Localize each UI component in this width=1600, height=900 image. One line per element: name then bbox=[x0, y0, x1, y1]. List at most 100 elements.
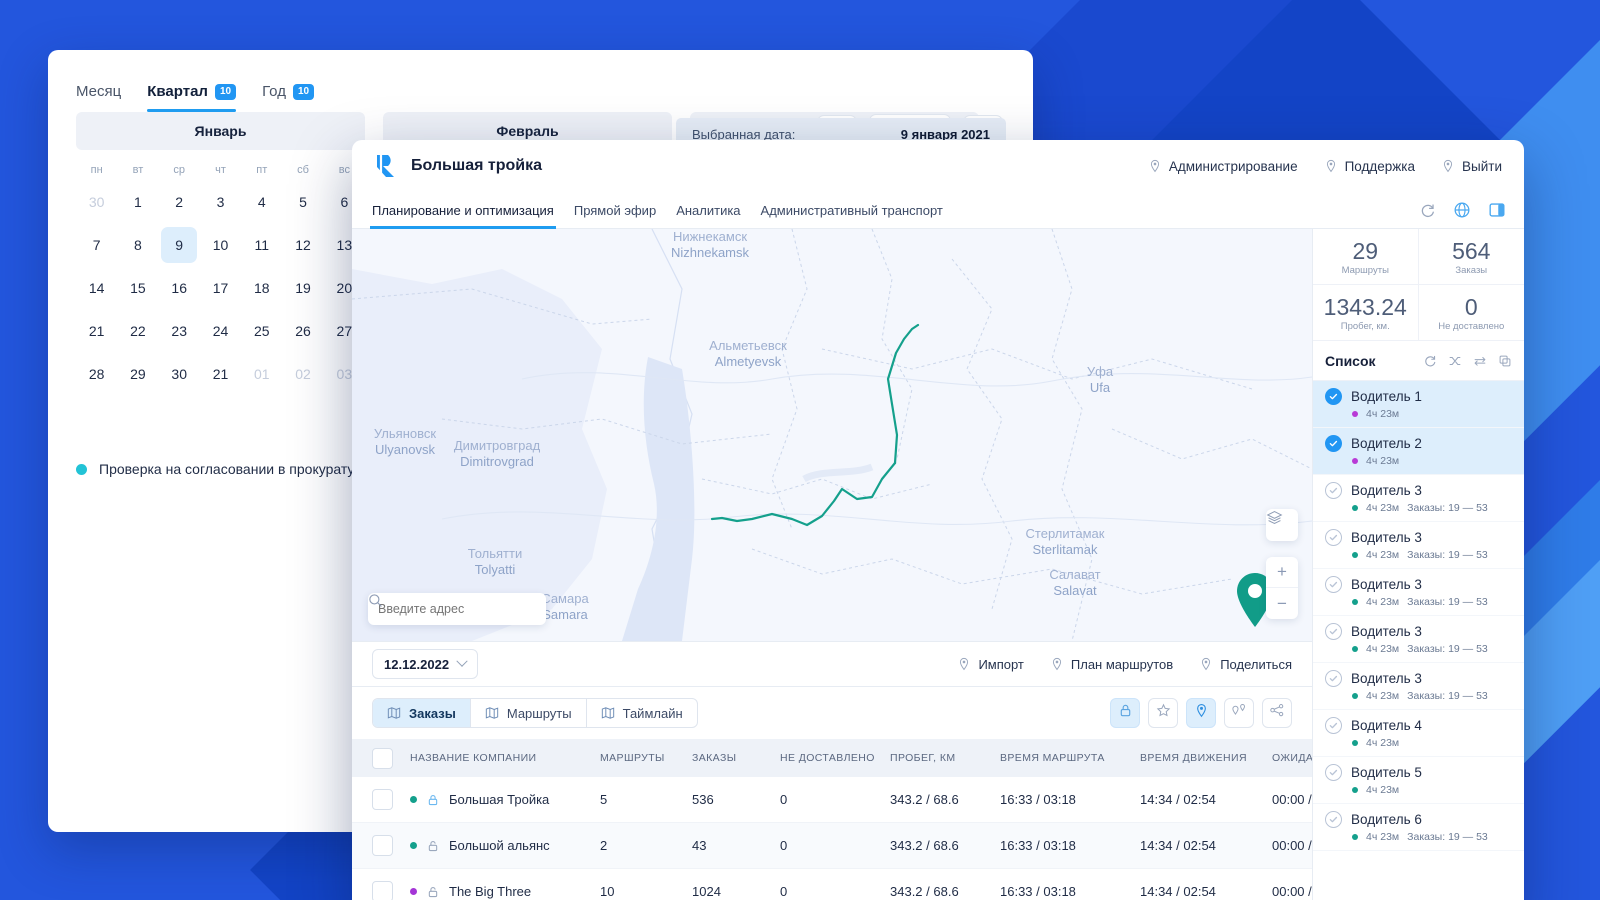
view-tab-1[interactable]: Маршруты bbox=[471, 699, 587, 727]
calendar-day[interactable]: 14 bbox=[76, 266, 117, 309]
calendar-day[interactable]: 30 bbox=[76, 180, 117, 223]
calendar-day[interactable]: 4 bbox=[241, 180, 282, 223]
calendar-day[interactable]: 5 bbox=[282, 180, 323, 223]
date-picker[interactable]: 12.12.2022 bbox=[372, 649, 479, 679]
lock-icon-button[interactable] bbox=[1110, 698, 1140, 728]
calendar-day[interactable]: 12 bbox=[282, 223, 323, 266]
weekday-row: пнвтсрчтптсбвс bbox=[76, 150, 365, 180]
table-row[interactable]: Большой альянс 2 43 0 343.2 / 68.6 16:33… bbox=[352, 823, 1312, 869]
check-filled-icon[interactable] bbox=[1325, 388, 1342, 405]
search-icon[interactable] bbox=[368, 593, 383, 608]
zoom-in-button[interactable]: + bbox=[1266, 557, 1298, 588]
refresh-icon[interactable] bbox=[1423, 354, 1437, 368]
check-outline-icon[interactable] bbox=[1325, 670, 1342, 687]
calendar-tab-1[interactable]: Квартал 10 bbox=[147, 83, 237, 112]
calendar-day[interactable]: 01 bbox=[241, 352, 282, 395]
table-row[interactable]: The Big Three 10 1024 0 343.2 / 68.6 16:… bbox=[352, 869, 1312, 900]
driver-item-6[interactable]: Водитель 3 4ч 23м Заказы: 19 — 53 bbox=[1313, 663, 1524, 710]
refresh-icon[interactable] bbox=[1419, 202, 1436, 219]
share-nodes-icon-button[interactable] bbox=[1262, 698, 1292, 728]
calendar-day[interactable]: 9 bbox=[159, 223, 200, 266]
check-outline-icon[interactable] bbox=[1325, 811, 1342, 828]
nav-tab-2[interactable]: Аналитика bbox=[674, 192, 742, 228]
toolbar-action-2[interactable]: Поделиться bbox=[1199, 657, 1292, 672]
toolbar-action-0[interactable]: Импорт bbox=[957, 656, 1024, 672]
calendar-day[interactable]: 2 bbox=[159, 180, 200, 223]
map-search-box[interactable] bbox=[368, 593, 546, 625]
header-link-label: Выйти bbox=[1462, 158, 1502, 174]
brand[interactable]: Большая тройка bbox=[374, 153, 542, 179]
header-link-2[interactable]: Выйти bbox=[1441, 159, 1502, 174]
copy-icon[interactable] bbox=[1498, 354, 1512, 368]
star-icon-button[interactable] bbox=[1148, 698, 1178, 728]
calendar-day[interactable]: 24 bbox=[200, 309, 241, 352]
driver-name: Водитель 4 bbox=[1351, 718, 1422, 733]
view-tab-0[interactable]: Заказы bbox=[373, 699, 471, 727]
nav-tab-0[interactable]: Планирование и оптимизация bbox=[370, 192, 556, 229]
calendar-day[interactable]: 7 bbox=[76, 223, 117, 266]
calendar-day[interactable]: 02 bbox=[282, 352, 323, 395]
header-link-1[interactable]: Поддержка bbox=[1324, 159, 1415, 174]
calendar-day[interactable]: 19 bbox=[282, 266, 323, 309]
nav-tab-3[interactable]: Административный транспорт bbox=[759, 192, 945, 228]
driver-item-1[interactable]: Водитель 2 4ч 23м bbox=[1313, 428, 1524, 475]
toolbar-action-label: Импорт bbox=[978, 656, 1024, 672]
check-outline-icon[interactable] bbox=[1325, 717, 1342, 734]
map-view[interactable]: Нижнекамск Nizhnekamsk Альметьевск Almet… bbox=[352, 229, 1312, 641]
check-outline-icon[interactable] bbox=[1325, 482, 1342, 499]
calendar-day[interactable]: 3 bbox=[200, 180, 241, 223]
calendar-day[interactable]: 30 bbox=[159, 352, 200, 395]
driver-item-9[interactable]: Водитель 6 4ч 23м Заказы: 19 — 53 bbox=[1313, 804, 1524, 851]
driver-item-3[interactable]: Водитель 3 4ч 23м Заказы: 19 — 53 bbox=[1313, 522, 1524, 569]
pin-icon-button[interactable] bbox=[1186, 698, 1216, 728]
calendar-day[interactable]: 11 bbox=[241, 223, 282, 266]
route-pins-icon-button[interactable] bbox=[1224, 698, 1254, 728]
calendar-day[interactable]: 21 bbox=[200, 352, 241, 395]
check-filled-icon[interactable] bbox=[1325, 435, 1342, 452]
calendar-day[interactable]: 26 bbox=[282, 309, 323, 352]
check-outline-icon[interactable] bbox=[1325, 529, 1342, 546]
check-outline-icon[interactable] bbox=[1325, 576, 1342, 593]
row-checkbox[interactable] bbox=[372, 835, 393, 856]
driver-item-8[interactable]: Водитель 5 4ч 23м bbox=[1313, 757, 1524, 804]
table-row[interactable]: Большая Тройка 5 536 0 343.2 / 68.6 16:3… bbox=[352, 777, 1312, 823]
calendar-day[interactable]: 29 bbox=[117, 352, 158, 395]
calendar-day[interactable]: 23 bbox=[159, 309, 200, 352]
calendar-tab-0[interactable]: Месяц bbox=[76, 83, 121, 112]
calendar-day[interactable]: 21 bbox=[76, 309, 117, 352]
search-input[interactable] bbox=[378, 602, 508, 616]
zoom-out-button[interactable]: − bbox=[1266, 588, 1298, 619]
header-link-0[interactable]: Администрирование bbox=[1148, 159, 1298, 174]
calendar-day[interactable]: 22 bbox=[117, 309, 158, 352]
driver-item-5[interactable]: Водитель 3 4ч 23м Заказы: 19 — 53 bbox=[1313, 616, 1524, 663]
calendar-day[interactable]: 16 bbox=[159, 266, 200, 309]
calendar-day[interactable]: 8 bbox=[117, 223, 158, 266]
calendar-day[interactable]: 18 bbox=[241, 266, 282, 309]
calendar-day[interactable]: 25 bbox=[241, 309, 282, 352]
row-checkbox[interactable] bbox=[372, 789, 393, 810]
driver-color-dot-icon bbox=[1352, 599, 1358, 605]
globe-icon[interactable] bbox=[1453, 201, 1471, 219]
select-all-checkbox[interactable] bbox=[372, 747, 393, 769]
driver-item-2[interactable]: Водитель 3 4ч 23м Заказы: 19 — 53 bbox=[1313, 475, 1524, 522]
calendar-day[interactable]: 17 bbox=[200, 266, 241, 309]
calendar-day[interactable]: 1 bbox=[117, 180, 158, 223]
shuffle-icon[interactable] bbox=[1448, 354, 1462, 368]
row-checkbox[interactable] bbox=[372, 881, 393, 900]
check-outline-icon[interactable] bbox=[1325, 623, 1342, 640]
calendar-day[interactable]: 10 bbox=[200, 223, 241, 266]
toolbar-action-1[interactable]: План маршрутов bbox=[1050, 657, 1173, 672]
calendar-day[interactable]: 28 bbox=[76, 352, 117, 395]
swap-icon[interactable] bbox=[1473, 354, 1487, 368]
table-header: НАЗВАНИЕ КОМПАНИИ МАРШРУТЫ ЗАКАЗЫ НЕ ДОСТАВ… bbox=[352, 739, 1312, 777]
calendar-day[interactable]: 15 bbox=[117, 266, 158, 309]
panel-icon[interactable] bbox=[1488, 201, 1506, 219]
driver-item-0[interactable]: Водитель 1 4ч 23м bbox=[1313, 381, 1524, 428]
driver-item-7[interactable]: Водитель 4 4ч 23м bbox=[1313, 710, 1524, 757]
map-layers-button[interactable] bbox=[1266, 509, 1298, 541]
view-tab-2[interactable]: Таймлайн bbox=[587, 699, 697, 727]
driver-item-4[interactable]: Водитель 3 4ч 23м Заказы: 19 — 53 bbox=[1313, 569, 1524, 616]
nav-tab-1[interactable]: Прямой эфир bbox=[572, 192, 658, 228]
calendar-tab-2[interactable]: Год 10 bbox=[262, 83, 315, 112]
check-outline-icon[interactable] bbox=[1325, 764, 1342, 781]
